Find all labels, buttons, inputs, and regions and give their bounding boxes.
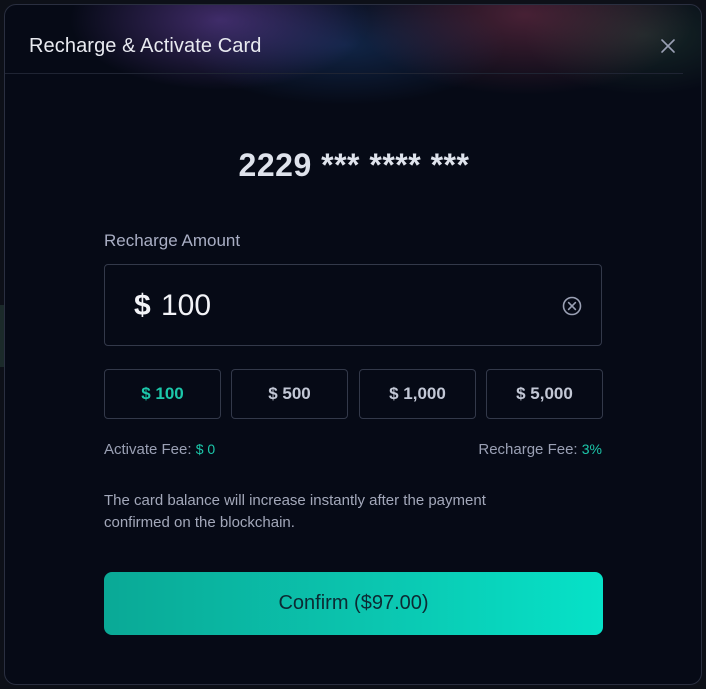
preset-500-button[interactable]: $ 500	[231, 369, 348, 419]
clear-circle-icon	[562, 296, 582, 316]
fee-row: Activate Fee: $ 0 Recharge Fee: 3%	[104, 441, 604, 461]
recharge-amount-input[interactable]: $ 100	[104, 264, 602, 346]
balance-info-text: The card balance will increase instantly…	[104, 492, 486, 531]
preset-5000-button[interactable]: $ 5,000	[486, 369, 603, 419]
close-icon	[661, 39, 675, 53]
activate-fee: Activate Fee: $ 0	[104, 441, 215, 458]
masked-card-number: 2229 *** **** ***	[238, 147, 470, 183]
activate-fee-value: $ 0	[195, 441, 216, 457]
dialog-title: Recharge & Activate Card	[29, 35, 262, 57]
recharge-fee-value: 3%	[581, 441, 602, 457]
close-button[interactable]	[658, 36, 678, 56]
recharge-amount-label: Recharge Amount	[104, 231, 241, 250]
header-divider	[5, 73, 683, 74]
recharge-dialog: Recharge & Activate Card 2229 *** **** *…	[4, 4, 702, 685]
confirm-button[interactable]: Confirm ($97.00)	[104, 572, 603, 635]
recharge-fee-label: Recharge Fee:	[478, 441, 578, 458]
preset-1000-button[interactable]: $ 1,000	[359, 369, 476, 419]
clear-amount-button[interactable]	[561, 295, 583, 317]
recharge-fee: Recharge Fee: 3%	[478, 441, 602, 458]
currency-symbol: $	[134, 289, 151, 322]
amount-value[interactable]: 100	[161, 289, 211, 323]
dialog-header: Recharge & Activate Card	[5, 5, 701, 73]
activate-fee-label: Activate Fee:	[104, 441, 192, 458]
preset-amounts: $ 100 $ 500 $ 1,000 $ 5,000	[104, 369, 604, 419]
preset-100-button[interactable]: $ 100	[104, 369, 221, 419]
